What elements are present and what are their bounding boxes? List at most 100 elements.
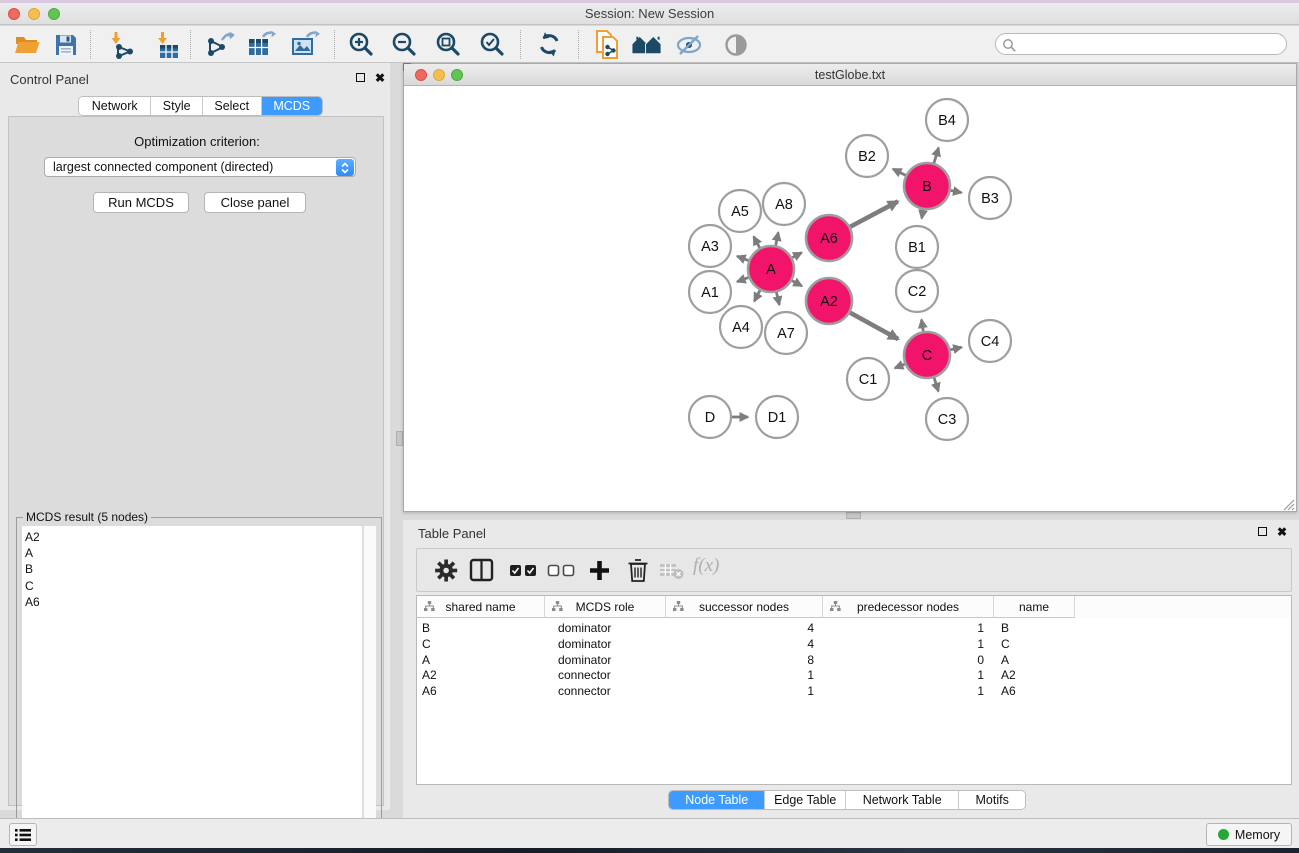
column-header-successor-nodes[interactable]: successor nodes <box>666 596 823 618</box>
column-header-name[interactable]: name <box>994 596 1075 618</box>
graph-node-A4[interactable]: A4 <box>720 306 762 348</box>
graph-edge-B-B3[interactable] <box>951 190 962 192</box>
graph-edge-A2-C[interactable] <box>850 313 898 339</box>
delete-row-icon[interactable] <box>627 558 649 583</box>
graph-edge-C-C2[interactable] <box>921 320 923 332</box>
table-row[interactable]: A6 connector 1 1 A6 <box>417 684 1291 700</box>
table-row[interactable]: A dominator 8 0 A <box>417 653 1291 669</box>
refresh-layout-icon[interactable] <box>533 29 565 60</box>
close-panel-icon[interactable]: ✖ <box>1277 527 1287 537</box>
graph-edge-A-A7[interactable] <box>776 292 779 304</box>
criterion-dropdown[interactable]: largest connected component (directed) <box>44 157 356 177</box>
search-input[interactable] <box>1020 35 1280 53</box>
tab-mcds[interactable]: MCDS <box>262 97 323 115</box>
close-traffic-light[interactable] <box>415 69 427 81</box>
graph-edge-B-B2[interactable] <box>893 169 906 175</box>
graph-node-C4[interactable]: C4 <box>969 320 1011 362</box>
graph-edge-A-A8[interactable] <box>776 232 779 245</box>
network-graph-canvas[interactable]: AA1A2A3A4A5A6A7A8BB1B2B3B4CC1C2C3C4DD1 <box>404 86 1296 511</box>
graph-node-D1[interactable]: D1 <box>756 396 798 438</box>
zoom-fit-icon[interactable] <box>432 29 464 60</box>
show-columns-icon[interactable] <box>469 558 495 583</box>
list-item[interactable]: B <box>25 561 362 577</box>
select-all-icon[interactable] <box>509 564 539 577</box>
search-field[interactable] <box>995 33 1287 55</box>
close-panel-icon[interactable]: ✖ <box>375 73 385 83</box>
list-item[interactable]: C <box>25 578 362 594</box>
run-mcds-button[interactable]: Run MCDS <box>93 192 189 213</box>
open-folder-icon[interactable] <box>11 29 43 60</box>
list-item[interactable]: A2 <box>25 529 362 545</box>
graph-node-B1[interactable]: B1 <box>896 226 938 268</box>
graph-node-C2[interactable]: C2 <box>896 270 938 312</box>
minimize-traffic-light[interactable] <box>433 69 445 81</box>
graph-edge-C-C1[interactable] <box>895 364 905 368</box>
tab-style[interactable]: Style <box>151 97 203 115</box>
tab-select[interactable]: Select <box>203 97 262 115</box>
column-header-mcds-role[interactable]: MCDS role <box>545 596 666 618</box>
import-network-icon[interactable] <box>106 29 138 60</box>
network-window-titlebar[interactable]: testGlobe.txt <box>404 64 1296 86</box>
task-history-button[interactable] <box>9 823 37 846</box>
column-header-predecessor-nodes[interactable]: predecessor nodes <box>823 596 994 618</box>
graph-edge-A-A1[interactable] <box>737 277 748 281</box>
save-icon[interactable] <box>50 29 82 60</box>
graph-edge-C-C3[interactable] <box>934 378 938 391</box>
graph-node-A1[interactable]: A1 <box>689 271 731 313</box>
table-row[interactable]: C dominator 4 1 C <box>417 637 1291 653</box>
graph-node-A3[interactable]: A3 <box>689 225 731 267</box>
import-table-icon[interactable] <box>152 29 184 60</box>
graph-node-C1[interactable]: C1 <box>847 358 889 400</box>
resize-grip-icon[interactable] <box>1282 498 1295 511</box>
graph-node-C3[interactable]: C3 <box>926 398 968 440</box>
main-titlebar[interactable]: Session: New Session <box>0 3 1299 25</box>
tab-network[interactable]: Network <box>79 97 151 115</box>
graph-node-B3[interactable]: B3 <box>969 177 1011 219</box>
unselect-all-icon[interactable] <box>547 564 577 577</box>
graph-node-B4[interactable]: B4 <box>926 99 968 141</box>
float-panel-icon[interactable] <box>1258 527 1267 536</box>
list-scrollbar[interactable] <box>363 526 376 846</box>
graph-node-A7[interactable]: A7 <box>765 312 807 354</box>
maximize-traffic-light[interactable] <box>451 69 463 81</box>
graph-node-A6[interactable]: A6 <box>806 215 852 261</box>
delete-table-icon[interactable] <box>659 563 685 580</box>
tab-motifs[interactable]: Motifs <box>959 791 1025 809</box>
graph-edge-A-A5[interactable] <box>754 237 760 248</box>
memory-button[interactable]: Memory <box>1206 823 1292 846</box>
add-row-icon[interactable] <box>589 560 610 581</box>
graph-node-B2[interactable]: B2 <box>846 135 888 177</box>
export-image-icon[interactable] <box>290 29 322 60</box>
float-panel-icon[interactable] <box>356 73 365 82</box>
mcds-result-list[interactable]: A2 A B C A6 <box>22 526 363 846</box>
graph-node-A[interactable]: A <box>748 246 794 292</box>
home-networks-icon[interactable] <box>631 29 663 60</box>
column-header-shared-name[interactable]: shared name <box>417 596 545 618</box>
function-builder-icon[interactable]: f(x) <box>693 555 719 577</box>
list-item[interactable]: A6 <box>25 594 362 610</box>
graph-node-C[interactable]: C <box>904 332 950 378</box>
list-item[interactable]: A <box>25 545 362 561</box>
tab-node-table[interactable]: Node Table <box>669 791 765 809</box>
graph-node-D[interactable]: D <box>689 396 731 438</box>
export-table-icon[interactable] <box>246 29 278 60</box>
zoom-out-icon[interactable] <box>388 29 420 60</box>
horizontal-splitter-handle[interactable] <box>846 512 861 519</box>
minimize-traffic-light[interactable] <box>28 8 40 20</box>
table-row[interactable]: A2 connector 1 1 A2 <box>417 668 1291 684</box>
tab-edge-table[interactable]: Edge Table <box>765 791 846 809</box>
zoom-in-icon[interactable] <box>345 29 377 60</box>
graph-node-A8[interactable]: A8 <box>763 183 805 225</box>
hide-details-icon[interactable] <box>674 29 706 60</box>
vertical-splitter-handle[interactable] <box>396 431 403 446</box>
clone-network-icon[interactable] <box>592 29 624 60</box>
graph-edge-A-A4[interactable] <box>754 290 760 301</box>
close-panel-button[interactable]: Close panel <box>204 192 306 213</box>
graph-edge-C-C4[interactable] <box>950 347 961 350</box>
graph-edge-A-A6[interactable] <box>792 253 801 258</box>
zoom-selected-icon[interactable] <box>476 29 508 60</box>
graph-node-A2[interactable]: A2 <box>806 278 852 324</box>
maximize-traffic-light[interactable] <box>48 8 60 20</box>
graph-edge-A-A3[interactable] <box>737 256 748 260</box>
graph-node-A5[interactable]: A5 <box>719 190 761 232</box>
